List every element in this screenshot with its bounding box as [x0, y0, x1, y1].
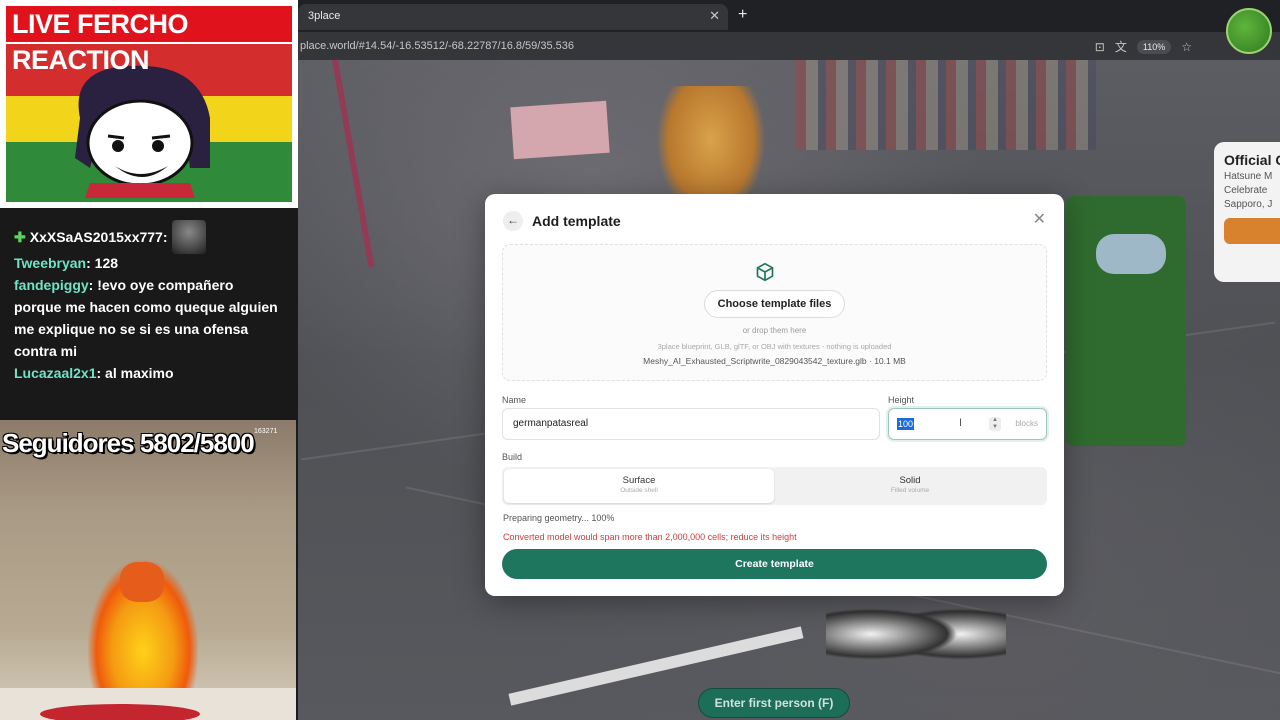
address-bar-icons: ⊡ 文 110% ☆: [1095, 38, 1192, 55]
translate-icon[interactable]: 文: [1115, 38, 1127, 55]
chat-message: ✚ XxXSaAS2015xx777:: [14, 220, 298, 254]
modal-title: Add template: [532, 213, 621, 229]
chat-username: Lucazaal2x1: [14, 365, 97, 381]
build-option-surface[interactable]: Surface Outside shell: [504, 469, 774, 503]
chat-sticker-image: [171, 220, 206, 254]
build-option-label: Solid: [899, 475, 921, 486]
height-stepper[interactable]: ▲ ▼: [989, 417, 1001, 431]
height-label: Height: [888, 395, 915, 405]
webcam-panel: LIVE FERCHO REACTION: [0, 0, 298, 208]
chat-message: Lucazaal2x1: al maximo: [14, 362, 284, 384]
browser-tab[interactable]: 3place ✕: [298, 4, 728, 30]
new-tab-icon[interactable]: +: [738, 6, 747, 24]
address-bar[interactable]: place.world/#14.54/-16.53512/-68.22787/1…: [296, 32, 1280, 60]
drop-hint: or drop them here: [742, 326, 807, 335]
progress-status: Preparing geometry... 100%: [503, 513, 615, 523]
chat-username: Tweebryan: [14, 255, 87, 271]
add-template-modal: ← Add template ✕ Choose template files o…: [485, 194, 1064, 596]
stream-title: LIVE FERCHO REACTION: [6, 6, 292, 75]
browser-tab-strip: 3place ✕ +: [296, 0, 1280, 32]
chat-message: fandepiggy: !evo oye compañero porque me…: [14, 274, 284, 362]
profile-avatar[interactable]: [1226, 8, 1272, 54]
chat-text: : al maximo: [96, 365, 174, 381]
build-option-sub: Outside shell: [620, 487, 658, 494]
info-card-button[interactable]: [1224, 218, 1280, 244]
create-template-button[interactable]: Create template: [502, 549, 1047, 579]
info-card-line: Sapporo, J: [1224, 199, 1273, 210]
game-red-disc: [40, 704, 200, 720]
zoom-level[interactable]: 110%: [1136, 39, 1172, 54]
amongus-visor: [1096, 234, 1166, 274]
chat-message: Tweebryan: 128: [14, 252, 284, 274]
height-unit: blocks: [1015, 419, 1038, 428]
cube-icon: [756, 262, 774, 282]
red-pole: [332, 59, 375, 268]
enter-first-person-button[interactable]: Enter first person (F): [698, 688, 850, 718]
screen: 3place ✕ + place.world/#14.54/-16.53512/…: [0, 0, 1280, 720]
height-input[interactable]: 100 I ▲ ▼ blocks: [888, 408, 1047, 440]
build-label: Build: [502, 452, 523, 462]
height-value[interactable]: 100: [897, 418, 915, 430]
event-info-card[interactable]: Official C Hatsune M Celebrate Sapporo, …: [1214, 142, 1280, 282]
game-panel: 163271 Seguidores 5802/5800: [0, 420, 296, 720]
tab-title: 3place: [308, 10, 341, 22]
game-character-head: [120, 562, 164, 602]
error-message: Converted model would span more than 2,0…: [503, 532, 797, 542]
info-card-title: Official C: [1224, 152, 1280, 168]
name-input[interactable]: germanpatasreal: [502, 408, 880, 440]
chat-panel: ✚ XxXSaAS2015xx777: Tweebryan: 128 fande…: [0, 208, 298, 420]
info-card-line: Hatsune M: [1224, 171, 1273, 182]
chat-username: XxXSaAS2015xx777:: [29, 229, 168, 245]
build-option-label: Surface: [622, 475, 656, 486]
info-card-line: Celebrate: [1224, 185, 1268, 196]
tab-close-icon[interactable]: ✕: [709, 8, 720, 24]
followers-counter: Seguidores 5802/5800: [2, 428, 255, 458]
plus-badge-icon: ✚: [14, 228, 26, 245]
chat-username: fandepiggy: [14, 277, 89, 293]
close-icon[interactable]: ✕: [1033, 209, 1046, 229]
choose-template-files-button[interactable]: Choose template files: [704, 290, 845, 318]
cartoon-avatar-image: [75, 65, 210, 198]
bookmark-star-icon[interactable]: ☆: [1181, 40, 1192, 54]
selected-file-info: Meshy_AI_Exhausted_Scriptwrite_082904354…: [643, 356, 906, 366]
install-app-icon[interactable]: ⊡: [1095, 40, 1105, 54]
game-counter: 163271: [254, 428, 278, 435]
build-mode-toggle: Surface Outside shell Solid Filled volum…: [502, 467, 1047, 505]
build-option-sub: Filled volume: [890, 487, 930, 494]
url-text[interactable]: place.world/#14.54/-16.53512/-68.22787/1…: [300, 40, 574, 52]
name-label: Name: [502, 395, 527, 405]
pink-sign-build: [510, 100, 610, 160]
amongus-build: [1066, 196, 1186, 446]
chat-text: : 128: [86, 255, 119, 271]
build-option-solid[interactable]: Solid Filled volume: [775, 469, 1045, 503]
formats-hint: 3place blueprint, GLB, glTF, or OBJ with…: [657, 342, 892, 351]
pixel-crowd-build: [796, 60, 1096, 150]
stream-overlay: LIVE FERCHO REACTION ✚ XxXSaAS2015xx777:…: [0, 0, 298, 720]
text-cursor-icon: I: [959, 417, 963, 429]
back-arrow-icon[interactable]: ←: [503, 211, 523, 231]
shoes-build: [826, 594, 1006, 674]
